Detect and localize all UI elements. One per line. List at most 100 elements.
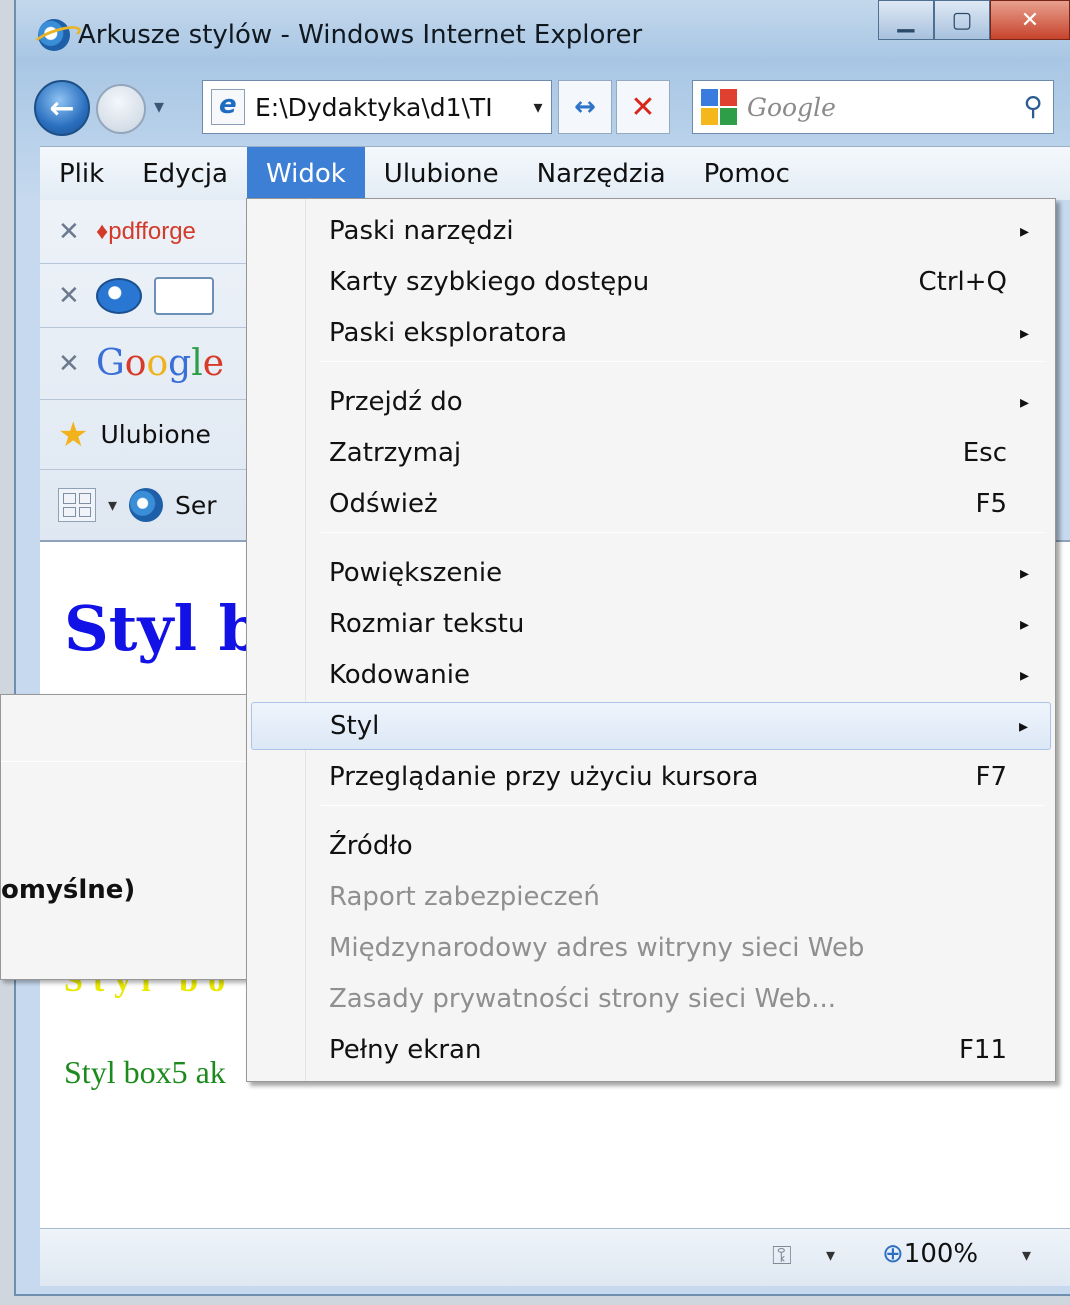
menu-item-7[interactable]: Powiększenie ▸ bbox=[251, 549, 1051, 597]
tab-ie-icon bbox=[129, 488, 164, 522]
menu-bar: Plik Edycja Widok Ulubione Narzędzia Pom… bbox=[40, 146, 1070, 201]
google-logo: Google bbox=[96, 343, 225, 384]
security-dropdown-icon[interactable]: ▾ bbox=[826, 1245, 835, 1266]
google-search-icon bbox=[701, 89, 737, 125]
address-text[interactable]: E:\Dydaktyka\d1\TI bbox=[255, 93, 515, 122]
menu-item-label: Powiększenie bbox=[329, 558, 503, 588]
menu-item-label: Źródło bbox=[329, 831, 413, 861]
menu-item-5[interactable]: Zatrzymaj Esc bbox=[251, 429, 1051, 477]
close-button[interactable]: ✕ bbox=[990, 0, 1070, 40]
submenu-arrow-icon: ▸ bbox=[1018, 715, 1028, 737]
menu-item-12[interactable]: Źródło bbox=[251, 822, 1051, 870]
menu-item-label: Paski eksploratora bbox=[329, 318, 568, 348]
menu-narzedzia[interactable]: Narzędzia bbox=[518, 147, 685, 201]
address-dropdown-icon[interactable]: ▾ bbox=[525, 97, 551, 118]
submenu-item-default-style[interactable]: omyślne) bbox=[1, 875, 135, 905]
menu-item-label: Przeglądanie przy użyciu kursora bbox=[329, 762, 759, 792]
favorites-label[interactable]: Ulubione bbox=[100, 420, 210, 449]
style-submenu: omyślne) bbox=[0, 694, 250, 980]
menu-separator bbox=[321, 532, 1045, 533]
menu-pomoc[interactable]: Pomoc bbox=[685, 147, 809, 201]
menu-item-label: Kodowanie bbox=[329, 660, 470, 690]
window-title: Arkusze stylów - Windows Internet Explor… bbox=[78, 20, 643, 50]
menu-item-6[interactable]: Odśwież F5 bbox=[251, 480, 1051, 528]
ie-logo-icon bbox=[38, 19, 70, 51]
screen: Arkusze stylów - Windows Internet Explor… bbox=[0, 0, 1070, 1305]
messenger-icon[interactable] bbox=[96, 277, 142, 314]
menu-item-shortcut: F5 bbox=[975, 489, 1008, 519]
stop-button[interactable]: ✕ bbox=[616, 80, 670, 134]
menu-item-label: Raport zabezpieczeń bbox=[329, 882, 600, 912]
zoom-dropdown-icon[interactable]: ▾ bbox=[1022, 1245, 1031, 1266]
refresh-button[interactable]: ↔ bbox=[558, 80, 612, 134]
menu-widok[interactable]: Widok bbox=[246, 146, 365, 201]
submenu-separator bbox=[1, 761, 249, 762]
submenu-arrow-icon: ▸ bbox=[1019, 562, 1029, 584]
close-toolbar-icon[interactable]: ✕ bbox=[58, 349, 84, 379]
maximize-button[interactable]: ▢ bbox=[934, 0, 990, 40]
quick-tabs-icon[interactable] bbox=[58, 488, 96, 522]
favorites-bar: ★ Ulubione bbox=[40, 400, 260, 470]
submenu-arrow-icon: ▸ bbox=[1019, 664, 1029, 686]
submenu-arrow-icon: ▸ bbox=[1019, 322, 1029, 344]
menu-item-label: Odśwież bbox=[329, 489, 438, 519]
submenu-arrow-icon: ▸ bbox=[1019, 613, 1029, 635]
menu-edycja[interactable]: Edycja bbox=[123, 147, 247, 201]
tab-list-dropdown-icon[interactable]: ▾ bbox=[108, 495, 117, 516]
menu-item-4[interactable]: Przejdź do ▸ bbox=[251, 378, 1051, 426]
zoom-icon: ⊕ bbox=[882, 1239, 904, 1269]
toolbar-search-input[interactable] bbox=[154, 276, 214, 315]
menu-item-label: Zasady prywatności strony sieci Web... bbox=[329, 984, 836, 1014]
window-controls: ▁ ▢ ✕ bbox=[878, 0, 1070, 40]
menu-item-label: Przejdź do bbox=[329, 387, 463, 417]
favorites-star-icon[interactable]: ★ bbox=[58, 415, 88, 455]
menu-item-label: Paski narzędzi bbox=[329, 216, 514, 246]
menu-item-shortcut: F11 bbox=[958, 1035, 1007, 1065]
menu-item-2[interactable]: Karty szybkiego dostępu Ctrl+Q bbox=[251, 258, 1051, 306]
menu-item-10[interactable]: Styl ▸ bbox=[251, 702, 1051, 750]
menu-separator bbox=[321, 805, 1045, 806]
address-bar[interactable]: E:\Dydaktyka\d1\TI ▾ bbox=[202, 80, 552, 134]
menu-item-label: Zatrzymaj bbox=[329, 438, 462, 468]
menu-item-label: Karty szybkiego dostępu bbox=[329, 267, 650, 297]
menu-item-14: Międzynarodowy adres witryny sieci Web bbox=[251, 924, 1051, 972]
search-placeholder[interactable]: Google bbox=[747, 93, 1003, 122]
security-zone-icon[interactable]: ⚿ bbox=[772, 1241, 792, 1272]
close-toolbar-icon[interactable]: ✕ bbox=[58, 217, 84, 247]
pdfforge-logo: ♦pdfforge bbox=[96, 217, 196, 245]
menu-item-3[interactable]: Paski eksploratora ▸ bbox=[251, 309, 1051, 357]
pdfforge-toolbar: ✕ ♦pdfforge bbox=[40, 200, 260, 264]
green-text: Styl box5 ak bbox=[64, 1054, 226, 1090]
google-toolbar: ✕ Google bbox=[40, 328, 260, 400]
submenu-arrow-icon: ▸ bbox=[1019, 391, 1029, 413]
back-button[interactable]: ← bbox=[34, 80, 90, 136]
menu-ulubione[interactable]: Ulubione bbox=[365, 147, 518, 201]
submenu-arrow-icon: ▸ bbox=[1019, 220, 1029, 242]
menu-item-16[interactable]: Pełny ekran F11 bbox=[251, 1026, 1051, 1074]
close-toolbar-icon[interactable]: ✕ bbox=[58, 281, 84, 311]
menu-separator bbox=[321, 361, 1045, 362]
menu-item-15: Zasady prywatności strony sieci Web... bbox=[251, 975, 1051, 1023]
messenger-toolbar: ✕ bbox=[40, 264, 260, 328]
recent-pages-dropdown[interactable]: ▾ bbox=[154, 94, 164, 118]
menu-item-label: Międzynarodowy adres witryny sieci Web bbox=[329, 933, 865, 963]
zoom-value: 100% bbox=[903, 1239, 979, 1269]
search-box[interactable]: Google ⚲ bbox=[692, 80, 1054, 134]
navigation-bar: ← ▾ E:\Dydaktyka\d1\TI ▾ ↔ ✕ Google ⚲ bbox=[24, 76, 1054, 138]
menu-item-8[interactable]: Rozmiar tekstu ▸ bbox=[251, 600, 1051, 648]
menu-item-shortcut: F7 bbox=[975, 762, 1008, 792]
toolbars-area: ✕ ♦pdfforge ✕ ✕ Google ★ Ulubione ▾ Ser bbox=[40, 200, 260, 540]
heading-styl: Styl b bbox=[64, 592, 262, 665]
menu-item-9[interactable]: Kodowanie ▸ bbox=[251, 651, 1051, 699]
forward-button[interactable] bbox=[96, 84, 146, 134]
menu-item-1[interactable]: Paski narzędzi ▸ bbox=[251, 207, 1051, 255]
search-icon[interactable]: ⚲ bbox=[1013, 92, 1053, 122]
menu-item-shortcut: Esc bbox=[962, 438, 1007, 468]
menu-item-11[interactable]: Przeglądanie przy użyciu kursora F7 bbox=[251, 753, 1051, 801]
tabs-row: ▾ Ser bbox=[40, 470, 260, 540]
zoom-level[interactable]: ⊕100% bbox=[882, 1239, 978, 1269]
menu-plik[interactable]: Plik bbox=[40, 147, 123, 201]
tab-label[interactable]: Ser bbox=[175, 491, 217, 520]
page-icon bbox=[211, 89, 245, 125]
minimize-button[interactable]: ▁ bbox=[878, 0, 934, 40]
